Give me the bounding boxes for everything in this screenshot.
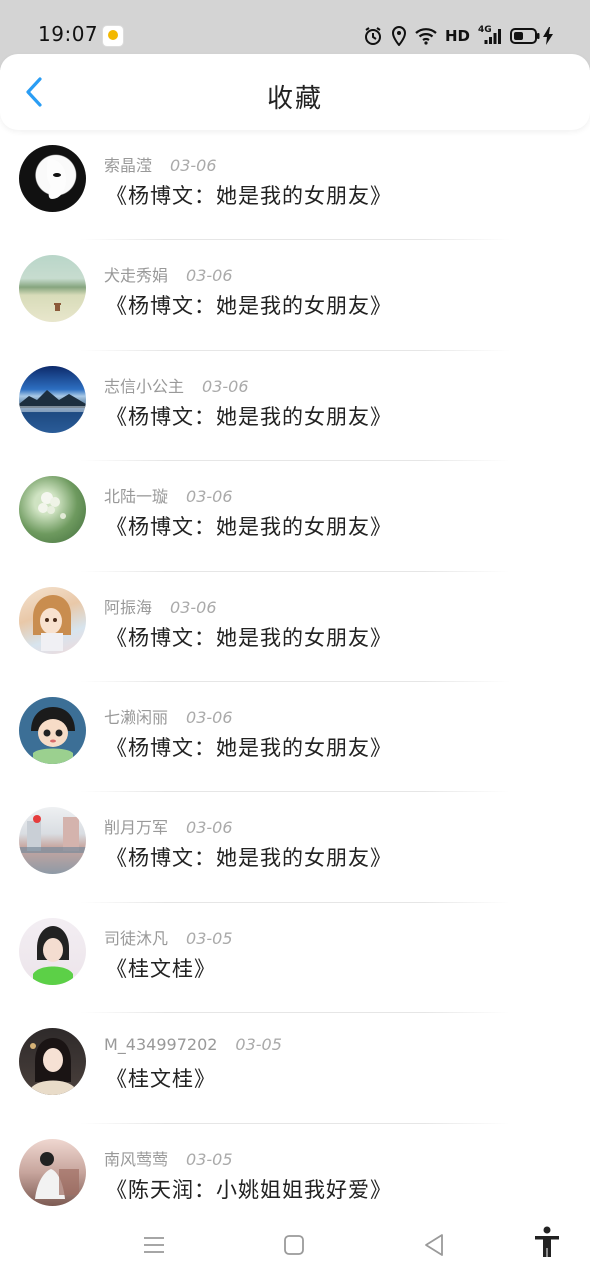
app-notification-icon: [102, 25, 124, 47]
song-title: 《杨博文：她是我的女朋友》: [106, 625, 392, 650]
date: 03-06: [186, 266, 233, 286]
accessibility-button[interactable]: [527, 1226, 567, 1257]
user-name: 志信小公主: [104, 376, 185, 396]
street-avatar: [19, 807, 86, 875]
item-meta: 北陆一璇 03-06: [104, 483, 233, 507]
back-triangle-icon: [425, 1234, 443, 1256]
list-item[interactable]: 犬走秀娟 03-06 《杨博文：她是我的女朋友》: [0, 240, 590, 351]
song-title: 《杨博文：她是我的女朋友》: [106, 404, 392, 429]
battery-icon: [510, 24, 540, 48]
signal-icon: 4G: [478, 24, 502, 48]
hd-label: HD: [444, 27, 470, 45]
girl-portrait-avatar: [19, 1028, 86, 1096]
page-title: 收藏: [266, 84, 323, 114]
user-name: 南风莺莺: [104, 1149, 169, 1169]
list-item[interactable]: 七濑闲丽 03-06 《杨博文：她是我的女朋友》: [0, 682, 590, 793]
date: 03-06: [186, 707, 233, 727]
accessibility-icon: [535, 1226, 559, 1257]
alarm-icon: [363, 24, 383, 48]
user-name: 犬走秀娟: [104, 266, 169, 286]
menu-icon: [144, 1237, 164, 1253]
home-button[interactable]: [274, 1230, 314, 1260]
date: 03-06: [186, 818, 233, 838]
item-meta: 司徒沐凡 03-05: [104, 925, 233, 949]
list-item[interactable]: 北陆一璇 03-06 《杨博文：她是我的女朋友》: [0, 461, 590, 572]
song-title: 《桂文桂》: [106, 956, 216, 981]
room-avatar: [19, 1138, 86, 1206]
location-icon: [391, 24, 407, 48]
menu-button[interactable]: [134, 1230, 174, 1260]
item-meta: 南风莺莺 03-05: [104, 1146, 233, 1170]
flower-avatar: [19, 476, 86, 544]
item-meta: 索晶滢 03-06: [104, 152, 217, 176]
song-title: 《陈天润：小姚姐姐我好爱》: [106, 1177, 392, 1202]
song-title: 《杨博文：她是我的女朋友》: [106, 515, 392, 540]
system-nav-bar: [0, 1212, 590, 1280]
date: 03-06: [186, 487, 233, 507]
song-title: 《杨博文：她是我的女朋友》: [106, 184, 392, 208]
list-item[interactable]: M_434997202 03-05 《桂文桂》: [0, 1013, 590, 1124]
list-item[interactable]: 索晶滢 03-06 《杨博文：她是我的女朋友》: [0, 130, 590, 241]
date: 03-06: [202, 376, 249, 396]
song-title: 《杨博文：她是我的女朋友》: [106, 735, 392, 760]
date: 03-06: [170, 597, 217, 617]
song-title: 《杨博文：她是我的女朋友》: [106, 846, 392, 871]
girl-green-avatar: [19, 917, 86, 985]
status-icons: HD 4G: [363, 24, 554, 48]
user-name: M_434997202: [104, 1035, 218, 1055]
status-time: 19:07: [38, 22, 99, 46]
item-meta: 犬走秀娟 03-06: [104, 262, 233, 286]
list-item[interactable]: 阿振海 03-06 《杨博文：她是我的女朋友》: [0, 572, 590, 682]
list-item[interactable]: 司徒沐凡 03-05 《桂文桂》: [0, 903, 590, 1014]
user-name: 阿振海: [104, 597, 153, 617]
favorites-list: 索晶滢 03-06 《杨博文：她是我的女朋友》 犬走秀娟 03-06 《杨博文：她是…: [0, 130, 590, 1234]
back-nav-button[interactable]: [414, 1230, 454, 1260]
item-meta: M_434997202 03-05: [104, 1035, 282, 1054]
item-meta: 阿振海 03-06: [104, 594, 217, 618]
user-name: 索晶滢: [104, 156, 153, 175]
user-name: 北陆一璇: [104, 487, 169, 507]
wifi-icon: [415, 24, 437, 48]
date: 03-05: [186, 928, 233, 948]
date: 03-05: [186, 1149, 233, 1169]
list-item[interactable]: 削月万军 03-06 《杨博文：她是我的女朋友》: [0, 792, 590, 903]
date: 03-05: [235, 1035, 282, 1055]
charging-icon: [542, 24, 554, 48]
user-name: 削月万军: [104, 818, 169, 838]
mask-avatar: [19, 145, 86, 212]
field-avatar: [19, 255, 86, 323]
header: 收藏: [0, 54, 590, 130]
song-title: 《桂文桂》: [106, 1067, 216, 1092]
item-meta: 七濑闲丽 03-06: [104, 704, 233, 728]
anime-girl-avatar: [19, 586, 86, 654]
home-square-icon: [284, 1235, 304, 1255]
song-title: 《杨博文：她是我的女朋友》: [106, 294, 392, 319]
user-name: 七濑闲丽: [104, 707, 169, 727]
list-item[interactable]: 志信小公主 03-06 《杨博文：她是我的女朋友》: [0, 351, 590, 462]
lake-avatar: [19, 365, 86, 433]
date: 03-06: [170, 156, 217, 175]
item-meta: 志信小公主 03-06: [104, 373, 249, 397]
item-meta: 削月万军 03-06: [104, 814, 233, 838]
cartoon-kid-avatar: [19, 696, 86, 764]
user-name: 司徒沐凡: [104, 928, 169, 948]
